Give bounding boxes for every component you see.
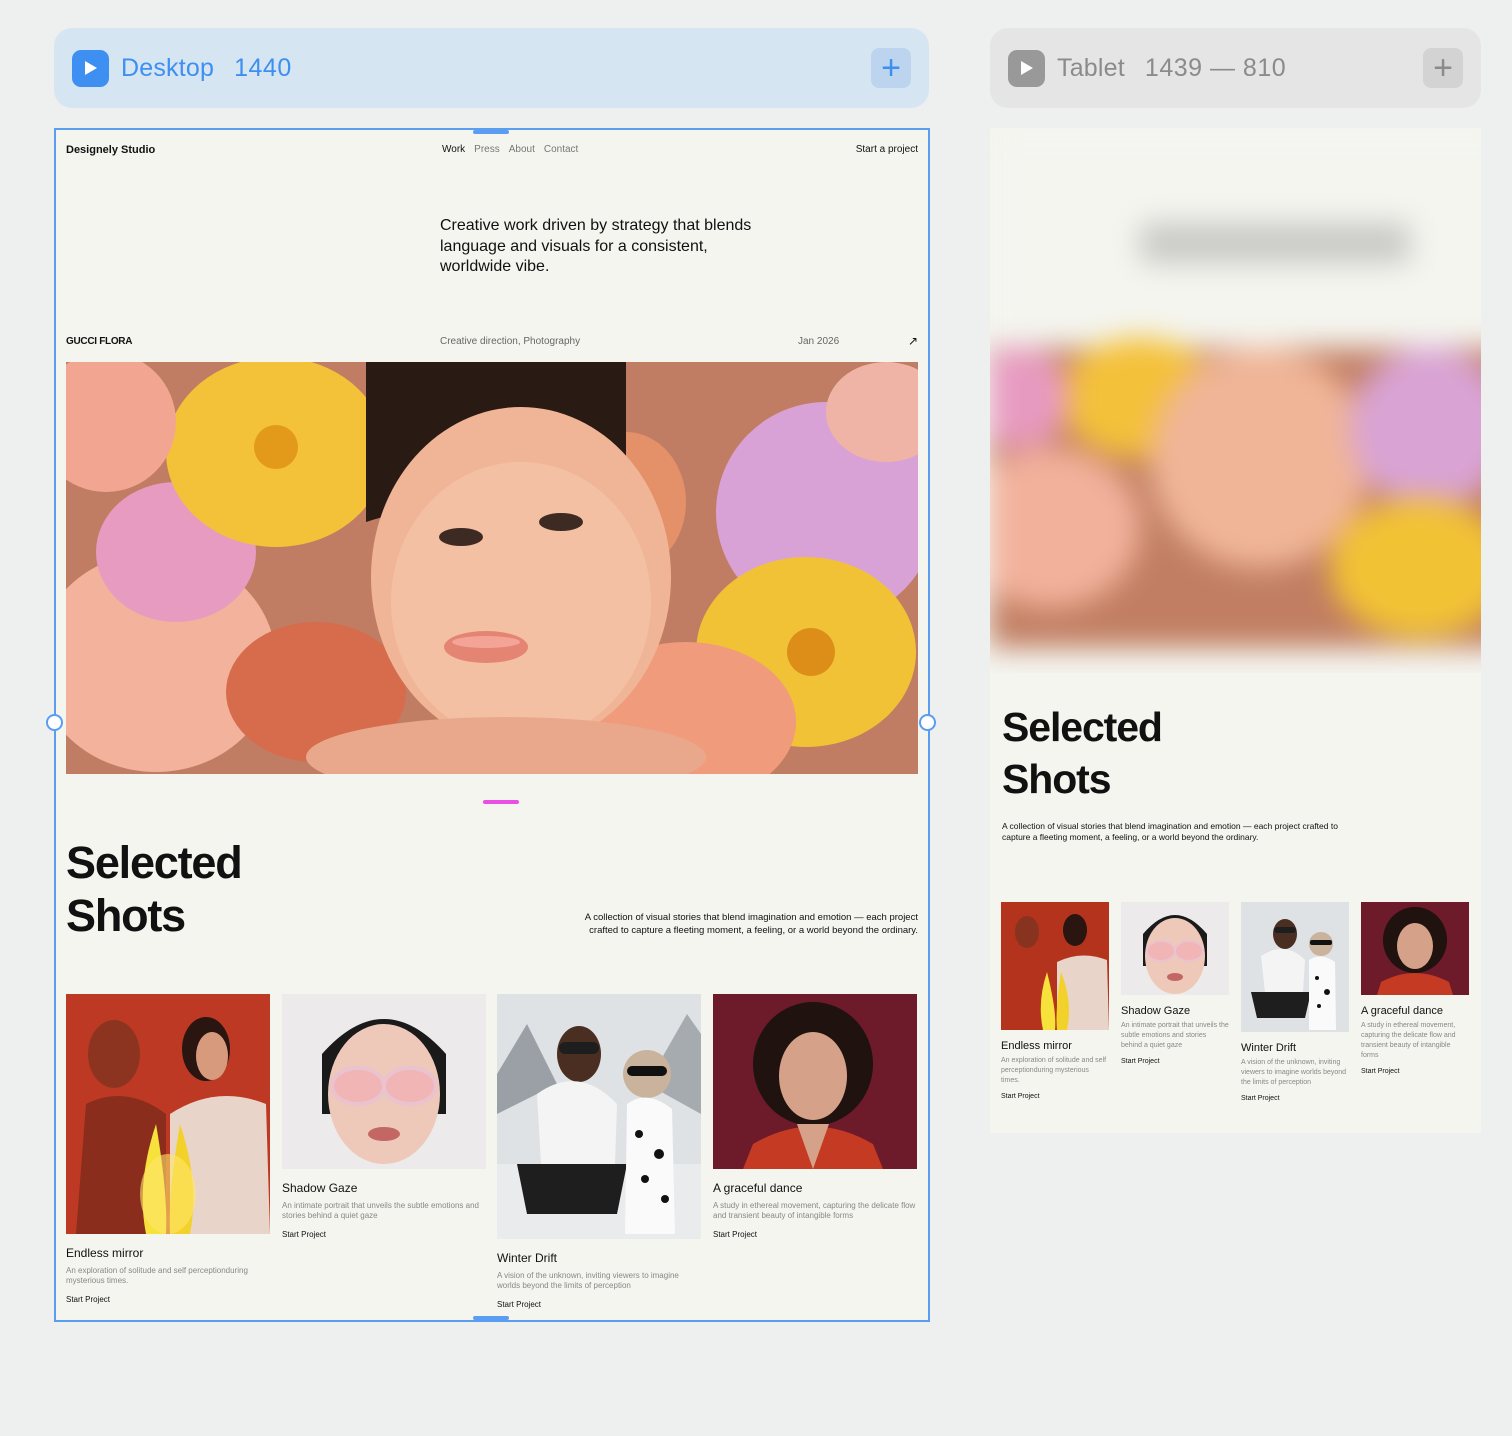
card-description: An intimate portrait that unveils the su… [1121, 1022, 1229, 1049]
project-title: GUCCI FLORA [66, 336, 133, 347]
project-card[interactable]: Shadow Gaze An intimate portrait that un… [282, 994, 486, 1239]
start-project-link[interactable]: Start a project [856, 144, 918, 155]
play-icon[interactable] [1008, 49, 1045, 87]
project-card[interactable]: Shadow Gaze An intimate portrait that un… [1121, 902, 1229, 1065]
card-title: Winter Drift [1241, 1042, 1296, 1054]
project-card[interactable]: Endless mirror An exploration of solitud… [1001, 902, 1109, 1100]
start-project-link[interactable]: Start Project [1001, 1093, 1109, 1100]
project-card[interactable]: Winter Drift A vision of the unknown, in… [1241, 902, 1349, 1102]
project-card[interactable]: Winter Drift A vision of the unknown, in… [497, 994, 701, 1309]
project-card[interactable]: Endless mirror An exploration of solitud… [66, 994, 270, 1304]
nav-link-press[interactable]: Press [474, 144, 500, 155]
card-description: A study in ethereal movement, capturing … [713, 1201, 916, 1220]
resize-handle-top[interactable] [473, 130, 509, 134]
card-title: A graceful dance [713, 1181, 803, 1195]
selected-shots-title: Selected Shots [66, 837, 243, 941]
arrow-up-right-icon[interactable]: ↗ [908, 334, 918, 348]
hero-copy: Creative work driven by strategy that bl… [440, 217, 752, 275]
card-description: An intimate portrait that unveils the su… [282, 1201, 479, 1220]
start-project-link[interactable]: Start Project [1121, 1058, 1229, 1065]
card-image [66, 994, 270, 1234]
project-date: Jan 2026 [798, 336, 840, 347]
card-image [713, 994, 917, 1169]
card-title: Shadow Gaze [1121, 1005, 1191, 1017]
card-image [497, 994, 701, 1239]
card-title: Winter Drift [497, 1251, 557, 1265]
start-project-link[interactable]: Start Project [713, 1230, 917, 1239]
selected-shots-description: A collection of visual stories that blen… [1002, 821, 1338, 842]
card-image [1121, 902, 1229, 995]
card-image [1241, 902, 1349, 1032]
selected-shots-title: Selected Shots [1002, 704, 1163, 802]
card-description: An exploration of solitude and self perc… [66, 1266, 248, 1285]
add-breakpoint-button[interactable]: + [1423, 48, 1463, 88]
brand-logo[interactable]: Designely Studio [66, 144, 155, 156]
nav-link-contact[interactable]: Contact [544, 144, 578, 155]
card-image [282, 994, 486, 1169]
breakpoint-size: 1439 — 810 [1144, 53, 1287, 82]
resize-handle-right[interactable] [919, 714, 936, 731]
resize-handle-left[interactable] [46, 714, 63, 731]
start-project-link[interactable]: Start Project [497, 1300, 701, 1309]
nav-link-about[interactable]: About [509, 144, 535, 155]
card-description: A vision of the unknown, inviting viewer… [497, 1271, 679, 1290]
tablet-frame[interactable]: Selected Shots A collection of visual st… [990, 128, 1481, 1133]
hero-image [66, 362, 918, 774]
card-title: A graceful dance [1361, 1005, 1443, 1017]
breakpoint-bar-desktop[interactable]: Desktop 1440 + [54, 28, 929, 108]
card-image [1361, 902, 1469, 995]
site-nav: Designely Studio Work Press About Contac… [66, 144, 918, 158]
project-card[interactable]: A graceful dance A study in ethereal mov… [1361, 902, 1469, 1075]
play-icon[interactable] [72, 49, 109, 87]
card-title: Shadow Gaze [282, 1181, 358, 1195]
add-breakpoint-button[interactable]: + [871, 48, 911, 88]
resize-handle-bottom[interactable] [473, 1316, 509, 1320]
nav-link-work[interactable]: Work [442, 144, 465, 155]
card-image [1001, 902, 1109, 1030]
card-description: An exploration of solitude and self perc… [1001, 1057, 1107, 1084]
desktop-frame[interactable]: Designely Studio Work Press About Contac… [54, 128, 930, 1322]
card-description: A study in ethereal movement, capturing … [1361, 1022, 1456, 1059]
card-title: Endless mirror [66, 1246, 144, 1260]
start-project-link[interactable]: Start Project [1361, 1068, 1469, 1075]
breakpoint-name: Tablet [1057, 53, 1125, 82]
project-card[interactable]: A graceful dance A study in ethereal mov… [713, 994, 917, 1239]
card-title: Endless mirror [1001, 1040, 1072, 1052]
breakpoint-bar-tablet[interactable]: Tablet 1439 — 810 + [990, 28, 1481, 108]
blurred-loading-preview [990, 128, 1481, 673]
selected-shots-description: A collection of visual stories that blen… [584, 912, 918, 936]
breakpoint-name: Desktop [121, 53, 215, 82]
project-role: Creative direction, Photography [440, 336, 581, 347]
breakpoint-size: 1440 [234, 53, 292, 82]
nav-links: Work Press About Contact [442, 144, 578, 155]
start-project-link[interactable]: Start Project [1241, 1095, 1349, 1102]
section-marker [483, 800, 519, 804]
card-description: A vision of the unknown, inviting viewer… [1241, 1059, 1347, 1086]
start-project-link[interactable]: Start Project [282, 1230, 486, 1239]
start-project-link[interactable]: Start Project [66, 1295, 270, 1304]
